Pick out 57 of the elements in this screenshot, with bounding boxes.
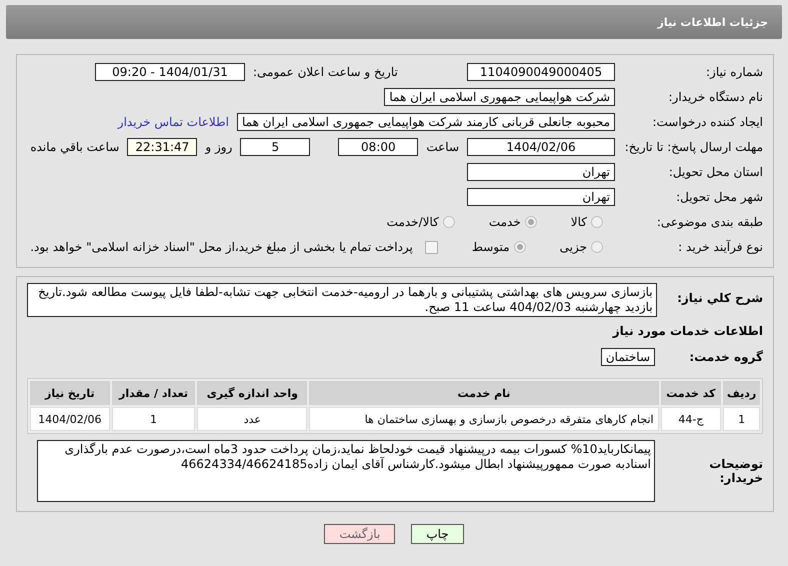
field-label: شهر محل تحویل:: [675, 190, 763, 204]
page-title: جزئیات اطلاعات نیاز: [658, 16, 768, 28]
input-field: 1404/01/31 - 09:20: [95, 63, 245, 81]
table-cell: 1404/02/06: [30, 407, 110, 431]
back-button[interactable]: بازگشت: [324, 524, 396, 544]
column-header: تعداد / مقدار: [112, 381, 196, 405]
column-header: تاریخ نیاز: [30, 381, 110, 405]
field-label: استان محل تحویل:: [668, 165, 763, 179]
field-label: تاریخ و ساعت اعلان عمومی:: [253, 65, 398, 79]
input-field: تهران: [467, 188, 615, 206]
print-button[interactable]: چاپ: [411, 524, 464, 544]
field-label: ایجاد کننده درخواست:: [651, 115, 763, 129]
field-label: نوع فرآیند خرید :: [677, 240, 763, 254]
input-field: 5: [240, 138, 310, 156]
section-title: اطلاعات خدمات مورد نیاز: [612, 324, 763, 338]
column-header: ردیف: [723, 381, 760, 405]
table-cell: انجام کارهای متفرقه درخصوص بازسازی و بهسازی ساختمان ها: [309, 407, 659, 431]
radio-button[interactable]: [514, 241, 526, 253]
field-label: مهلت ارسال پاسخ: تا تاریخ:: [624, 139, 763, 155]
option-label: خدمت: [488, 215, 521, 229]
option-label: متوسط: [472, 240, 510, 254]
remaining-label: ساعت باقي مانده: [30, 140, 120, 154]
radio-button[interactable]: [591, 241, 603, 253]
countdown-field: 22:31:47: [127, 138, 198, 156]
radio-button[interactable]: [442, 216, 455, 228]
description-field: بازسازی سرویس های بهداشتی پشتیبانی و بارهما در ارومیه-خدمت انتخابی جهت تشابه-لطفا فایل پیوست مطالعه شود.تاریخ بازدید چهارشنبه 404/02/03 ساعت 11 صبح.: [27, 283, 657, 317]
table-cell: 1: [723, 407, 760, 431]
input-field: 1404/02/06: [467, 138, 615, 156]
field-label: گروه خدمت:: [688, 350, 763, 364]
field-label: شماره نیاز:: [705, 65, 763, 79]
option-label: کالا/خدمت: [386, 215, 439, 229]
radio-button[interactable]: [524, 216, 537, 228]
table-cell: 1: [112, 407, 196, 431]
input-field: تهران: [467, 163, 615, 181]
time-label: ساعت: [426, 140, 459, 154]
field-label: شرح کلي نياز:: [676, 291, 763, 305]
column-header: واحد اندازه گیری: [197, 381, 308, 405]
option-label: جزیی: [560, 240, 587, 254]
contact-link[interactable]: اطلاعات تماس خریدار: [118, 115, 229, 129]
field-label: توضیحات خریدار:: [708, 457, 763, 485]
option-label: کالا: [570, 215, 587, 229]
radio-button[interactable]: [591, 216, 603, 228]
input-field: محبوبه جانعلی قربانی کارمند شرکت هواپیمایی جمهوری اسلامی ایران هما: [236, 113, 615, 131]
column-header: کد خدمت: [660, 381, 722, 405]
input-field: 1104090049000405: [467, 63, 615, 81]
checkbox[interactable]: [424, 240, 438, 254]
payment-note: پرداخت تمام یا بخشی از مبلغ خرید،از محل "اسناد خزانه اسلامی" خواهد بود.: [30, 240, 413, 254]
field-label: نام دستگاه خریدار:: [668, 90, 763, 104]
input-field: شرکت هواپیمایی جمهوری اسلامی ایران هما: [384, 88, 615, 106]
column-header: نام خدمت: [309, 381, 659, 405]
days-label: روز و: [205, 140, 232, 154]
notes-field: پیمانکاربايد10% کسورات بیمه درپیشنهاد قیمت خودلحاظ نماید،زمان پرداخت حدود 3ماه است،درصورت عدم بارگذاری اسنادبه صورت ممهورپیشنهاد ابطال میشود.کارشناس آقای ایمان زاده46624334/46624185: [37, 440, 655, 502]
table-cell: ج-44: [660, 407, 722, 431]
field-label: طبقه بندی موضوعی:: [656, 215, 763, 229]
input-field: 08:00: [338, 138, 418, 156]
input-field: ساختمان: [600, 348, 655, 366]
table-cell: عدد: [197, 407, 308, 431]
